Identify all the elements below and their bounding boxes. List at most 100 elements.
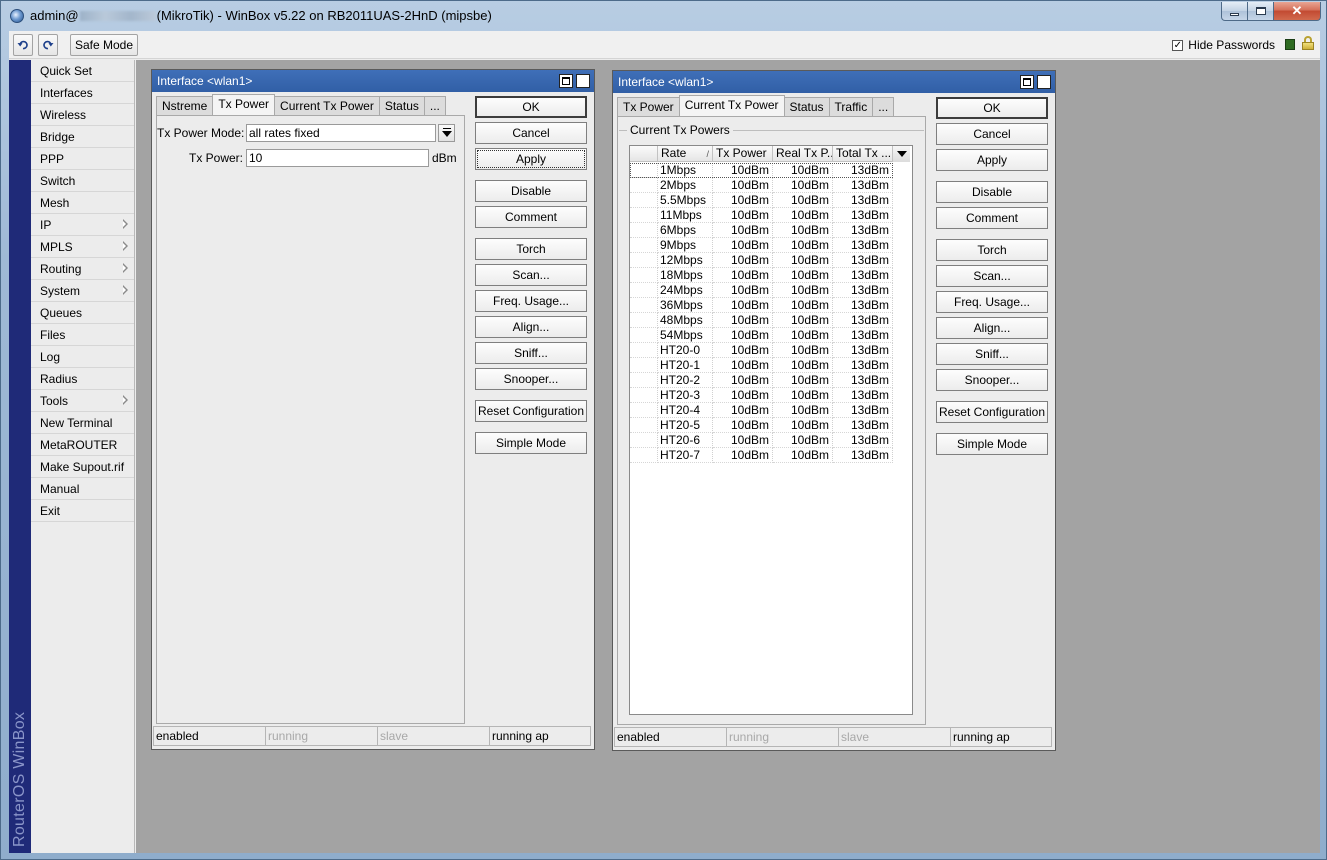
comment-button[interactable]: Comment bbox=[475, 206, 587, 228]
menu-item-ip[interactable]: IP bbox=[31, 214, 134, 236]
scan-button[interactable]: Scan... bbox=[475, 264, 587, 286]
column-total-tx-power[interactable]: Total Tx ... bbox=[833, 146, 893, 162]
dialog-close-button[interactable]: ✕ bbox=[576, 74, 590, 88]
tab-status[interactable]: Status bbox=[783, 97, 830, 116]
reset-configuration-button[interactable]: Reset Configuration bbox=[475, 400, 587, 422]
column-rate[interactable]: Rate / bbox=[658, 146, 713, 162]
table-row[interactable]: HT20-6 10dBm 10dBm 13dBm bbox=[630, 433, 893, 448]
table-row[interactable]: 6Mbps 10dBm 10dBm 13dBm bbox=[630, 223, 893, 238]
dialog-close-button[interactable]: ✕ bbox=[1037, 75, 1051, 89]
tab-traffic[interactable]: Traffic bbox=[828, 97, 874, 116]
simple-mode-button[interactable]: Simple Mode bbox=[475, 432, 587, 454]
apply-button[interactable]: Apply bbox=[936, 149, 1048, 171]
table-row[interactable]: 9Mbps 10dBm 10dBm 13dBm bbox=[630, 238, 893, 253]
menu-item-manual[interactable]: Manual bbox=[31, 478, 134, 500]
tab-tx-power[interactable]: Tx Power bbox=[617, 97, 680, 116]
menu-item-new-terminal[interactable]: New Terminal bbox=[31, 412, 134, 434]
column-handle[interactable] bbox=[630, 146, 658, 162]
menu-item-routing[interactable]: Routing bbox=[31, 258, 134, 280]
menu-item-switch[interactable]: Switch bbox=[31, 170, 134, 192]
table-row[interactable]: 48Mbps 10dBm 10dBm 13dBm bbox=[630, 313, 893, 328]
comment-button[interactable]: Comment bbox=[936, 207, 1048, 229]
ok-button[interactable]: OK bbox=[936, 97, 1048, 119]
redo-button[interactable] bbox=[38, 34, 58, 56]
disable-button[interactable]: Disable bbox=[475, 180, 587, 202]
table-row[interactable]: 24Mbps 10dBm 10dBm 13dBm bbox=[630, 283, 893, 298]
dialog-maximize-button[interactable] bbox=[559, 74, 573, 88]
minimize-button[interactable] bbox=[1221, 2, 1248, 21]
tab-current-tx-power[interactable]: Current Tx Power bbox=[274, 96, 380, 115]
table-row[interactable]: 2Mbps 10dBm 10dBm 13dBm bbox=[630, 178, 893, 193]
tx-power-mode-select[interactable]: all rates fixed bbox=[246, 124, 436, 142]
table-row[interactable]: 54Mbps 10dBm 10dBm 13dBm bbox=[630, 328, 893, 343]
scan-button[interactable]: Scan... bbox=[936, 265, 1048, 287]
freq-usage-button[interactable]: Freq. Usage... bbox=[936, 291, 1048, 313]
hide-passwords-checkbox[interactable]: ✓ bbox=[1172, 39, 1184, 51]
maximize-button[interactable] bbox=[1248, 2, 1274, 21]
ok-button[interactable]: OK bbox=[475, 96, 587, 118]
menu-item-bridge[interactable]: Bridge bbox=[31, 126, 134, 148]
tx-power-mode-dropdown-icon[interactable] bbox=[438, 124, 455, 142]
menu-item-ppp[interactable]: PPP bbox=[31, 148, 134, 170]
table-row[interactable]: 18Mbps 10dBm 10dBm 13dBm bbox=[630, 268, 893, 283]
tx-power-input[interactable]: 10 bbox=[246, 149, 429, 167]
column-menu-icon[interactable] bbox=[893, 146, 910, 162]
menu-item-quick-set[interactable]: Quick Set bbox=[31, 60, 134, 82]
hide-passwords-option[interactable]: ✓ Hide Passwords bbox=[1172, 38, 1275, 52]
menu-item-radius[interactable]: Radius bbox=[31, 368, 134, 390]
snooper-button[interactable]: Snooper... bbox=[475, 368, 587, 390]
table-row[interactable]: HT20-2 10dBm 10dBm 13dBm bbox=[630, 373, 893, 388]
tab-current-tx-power[interactable]: Current Tx Power bbox=[678, 95, 785, 116]
column-real-tx-power[interactable]: Real Tx P... bbox=[773, 146, 833, 162]
menu-item-exit[interactable]: Exit bbox=[31, 500, 134, 522]
tab-nstreme[interactable]: Nstreme bbox=[156, 96, 214, 115]
align-button[interactable]: Align... bbox=[475, 316, 587, 338]
table-row[interactable]: HT20-4 10dBm 10dBm 13dBm bbox=[630, 403, 893, 418]
menu-item-interfaces[interactable]: Interfaces bbox=[31, 82, 134, 104]
menu-item-mpls[interactable]: MPLS bbox=[31, 236, 134, 258]
tab-more[interactable]: ... bbox=[872, 97, 895, 116]
menu-item-mesh[interactable]: Mesh bbox=[31, 192, 134, 214]
tab-status[interactable]: Status bbox=[378, 96, 425, 115]
cancel-button[interactable]: Cancel bbox=[936, 123, 1048, 145]
table-row[interactable]: 11Mbps 10dBm 10dBm 13dBm bbox=[630, 208, 893, 223]
torch-button[interactable]: Torch bbox=[475, 238, 587, 260]
menu-item-queues[interactable]: Queues bbox=[31, 302, 134, 324]
table-row[interactable]: 5.5Mbps 10dBm 10dBm 13dBm bbox=[630, 193, 893, 208]
snooper-button[interactable]: Snooper... bbox=[936, 369, 1048, 391]
table-row[interactable]: HT20-7 10dBm 10dBm 13dBm bbox=[630, 448, 893, 463]
tab-tx-power[interactable]: Tx Power bbox=[212, 94, 276, 115]
menu-item-tools[interactable]: Tools bbox=[31, 390, 134, 412]
close-button[interactable]: ✕ bbox=[1274, 2, 1321, 21]
disable-button[interactable]: Disable bbox=[936, 181, 1048, 203]
undo-button[interactable] bbox=[13, 34, 33, 56]
table-row[interactable]: 36Mbps 10dBm 10dBm 13dBm bbox=[630, 298, 893, 313]
tab-more[interactable]: ... bbox=[423, 96, 446, 115]
menu-item-log[interactable]: Log bbox=[31, 346, 134, 368]
menu-item-make-supout[interactable]: Make Supout.rif bbox=[31, 456, 134, 478]
simple-mode-button[interactable]: Simple Mode bbox=[936, 433, 1048, 455]
reset-configuration-button[interactable]: Reset Configuration bbox=[936, 401, 1048, 423]
cancel-button[interactable]: Cancel bbox=[475, 122, 587, 144]
table-row[interactable]: HT20-3 10dBm 10dBm 13dBm bbox=[630, 388, 893, 403]
column-tx-power[interactable]: Tx Power bbox=[713, 146, 773, 162]
safe-mode-button[interactable]: Safe Mode bbox=[70, 34, 138, 56]
torch-button[interactable]: Torch bbox=[936, 239, 1048, 261]
table-row[interactable]: HT20-1 10dBm 10dBm 13dBm bbox=[630, 358, 893, 373]
menu-item-metarouter[interactable]: MetaROUTER bbox=[31, 434, 134, 456]
table-row[interactable]: 12Mbps 10dBm 10dBm 13dBm bbox=[630, 253, 893, 268]
menu-item-wireless[interactable]: Wireless bbox=[31, 104, 134, 126]
dialog-title-bar[interactable]: Interface <wlan1> ✕ bbox=[152, 70, 594, 92]
dialog-title-bar[interactable]: Interface <wlan1> ✕ bbox=[613, 71, 1055, 93]
apply-button[interactable]: Apply bbox=[475, 148, 587, 170]
table-row[interactable]: HT20-0 10dBm 10dBm 13dBm bbox=[630, 343, 893, 358]
sniff-button[interactable]: Sniff... bbox=[936, 343, 1048, 365]
align-button[interactable]: Align... bbox=[936, 317, 1048, 339]
dialog-maximize-button[interactable] bbox=[1020, 75, 1034, 89]
menu-item-system[interactable]: System bbox=[31, 280, 134, 302]
sniff-button[interactable]: Sniff... bbox=[475, 342, 587, 364]
table-row[interactable]: HT20-5 10dBm 10dBm 13dBm bbox=[630, 418, 893, 433]
menu-item-files[interactable]: Files bbox=[31, 324, 134, 346]
table-row[interactable]: 1Mbps 10dBm 10dBm 13dBm bbox=[630, 163, 893, 178]
freq-usage-button[interactable]: Freq. Usage... bbox=[475, 290, 587, 312]
